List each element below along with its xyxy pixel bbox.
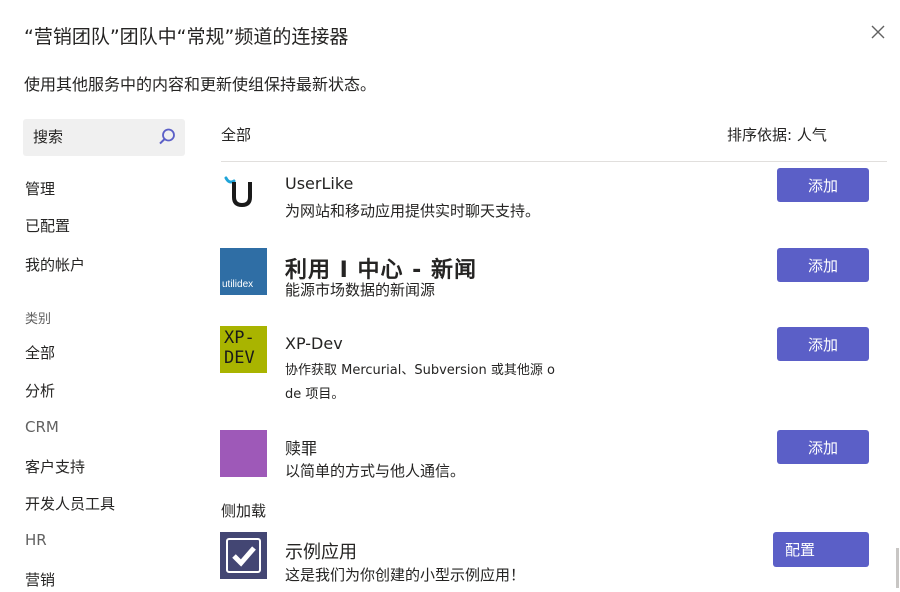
connector-name: XP-Dev	[285, 334, 343, 353]
connector-name: UserLike	[285, 174, 354, 193]
add-button[interactable]: 添加	[777, 248, 869, 282]
add-button[interactable]: 添加	[777, 430, 869, 464]
connector-description: 能源市场数据的新闻源	[285, 281, 436, 299]
connector-description: 以简单的方式与他人通信。	[285, 462, 466, 480]
sidebar-item-configured[interactable]: 已配置	[25, 215, 70, 236]
xp-dev-logo-text-top: XP-	[224, 328, 255, 348]
sidebar-item-all[interactable]: 全部	[25, 342, 55, 363]
sidebar-item-developer-tools[interactable]: 开发人员工具	[25, 493, 115, 514]
sideloaded-app-description: 这是我们为你创建的小型示例应用！	[285, 566, 526, 584]
search-input[interactable]	[33, 126, 148, 148]
sort-dropdown[interactable]: 排序依据: 人气	[727, 124, 827, 145]
connector-description-line2: de 项目。	[285, 387, 345, 402]
close-icon[interactable]	[868, 22, 888, 42]
sidebar-item-hr[interactable]: HR	[25, 531, 47, 549]
userlike-logo-icon	[220, 172, 267, 219]
search-box[interactable]	[23, 119, 185, 156]
category-heading: 类别	[25, 312, 52, 327]
xp-dev-logo-text-bottom: DEV	[224, 348, 255, 368]
connector-description: 为网站和移动应用提供实时聊天支持。	[285, 202, 541, 220]
sidebar-item-customer-support[interactable]: 客户支持	[25, 456, 85, 477]
sidebar-item-my-account[interactable]: 我的帐户	[25, 254, 85, 275]
configure-button[interactable]: 配置	[773, 532, 869, 567]
connector-name: 赎罪	[285, 439, 318, 458]
dialog-title: “营销团队”团队中“常规”频道的连接器	[24, 26, 349, 48]
dialog-subtitle: 使用其他服务中的内容和更新使组保持最新状态。	[24, 75, 377, 94]
utilidex-logo-icon: utilidex	[220, 248, 267, 295]
connector-description-line1: 协作获取 Mercurial、Subversion 或其他源 o	[285, 363, 555, 378]
utilidex-logo-text: utilidex	[222, 279, 254, 290]
divider	[221, 161, 887, 162]
list-filter-label: 全部	[221, 126, 252, 144]
scrollbar[interactable]	[896, 548, 899, 588]
sideloaded-app-name: 示例应用	[285, 542, 357, 563]
checkmark-icon	[220, 532, 267, 579]
add-button[interactable]: 添加	[777, 168, 869, 202]
add-button[interactable]: 添加	[777, 327, 869, 361]
search-icon[interactable]	[157, 127, 177, 147]
xp-dev-logo-icon: XP- DEV	[220, 326, 267, 373]
sidebar-item-marketing[interactable]: 营销	[25, 569, 55, 590]
purple-square-icon	[220, 430, 267, 477]
sidebar-item-analytics[interactable]: 分析	[25, 380, 55, 401]
sidebar-item-crm[interactable]: CRM	[25, 418, 59, 436]
sidebar-item-manage[interactable]: 管理	[25, 178, 55, 199]
sideload-heading: 侧加载	[221, 502, 267, 520]
